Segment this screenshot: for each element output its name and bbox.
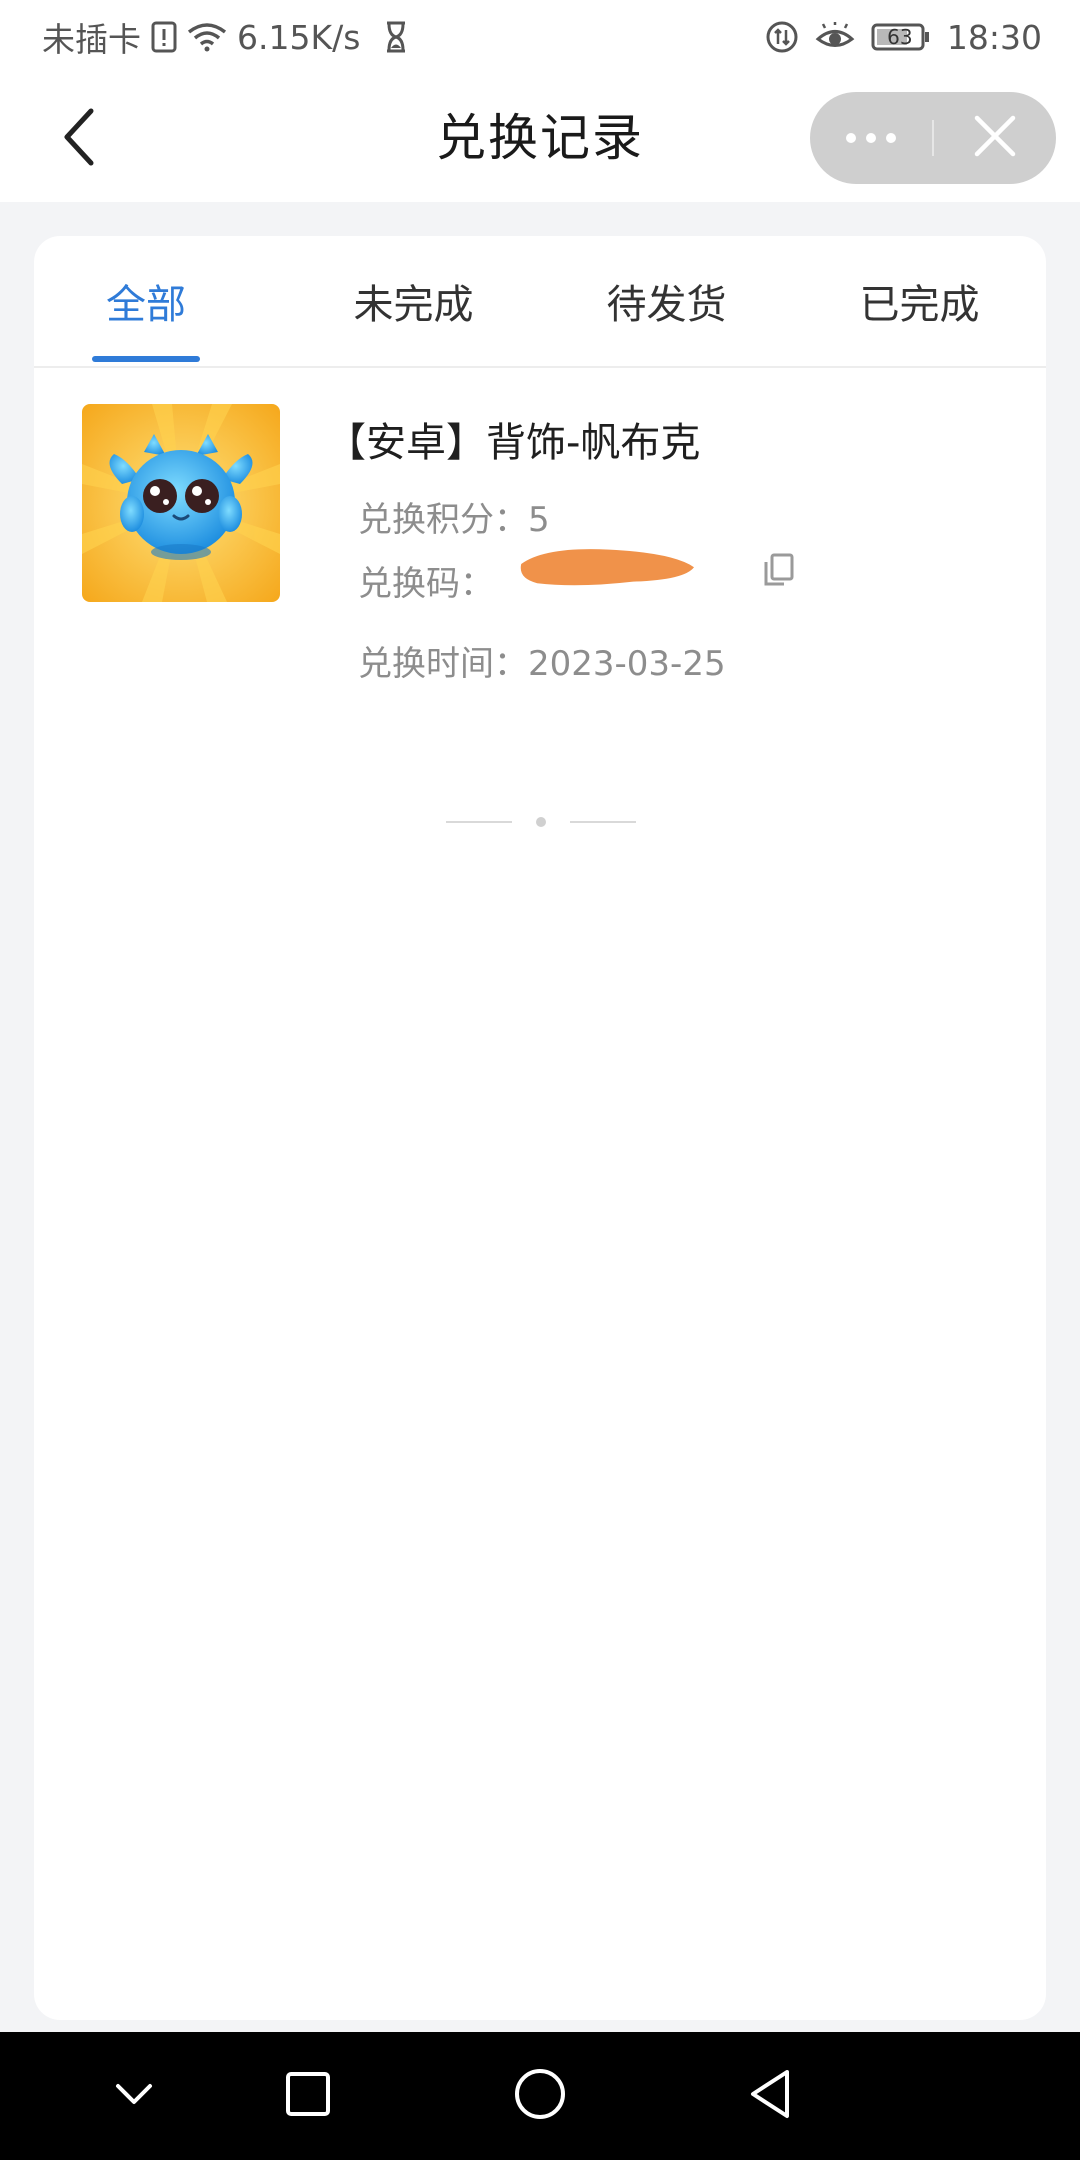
redacted-code (520, 549, 694, 586)
code-row: 兑换码： (358, 556, 494, 605)
time-row: 兑换时间：2023-03-25 (358, 636, 726, 685)
battery-icon: 63 (871, 22, 931, 52)
net-speed-text: 6.15K/s (237, 17, 361, 57)
back-system-button[interactable] (710, 2032, 830, 2160)
tab-label: 未完成 (353, 282, 474, 328)
status-bar: 未插卡 6.15K/s 63 18:30 (0, 0, 1080, 74)
record-item[interactable]: 【安卓】背饰-帆布克 兑换积分：5 兑换码： 兑换时间：2023-03-25 (82, 404, 1022, 684)
close-icon (973, 114, 1017, 162)
carrier-text: 未插卡 (42, 20, 141, 59)
more-button[interactable] (810, 92, 932, 184)
wifi-icon (187, 22, 227, 52)
records-card: 全部 未完成 待发货 已完成 【安卓】背饰-帆布克 兑换积分：5 兑换码： 兑换… (34, 236, 1046, 2020)
time-value: 2023-03-25 (528, 644, 726, 684)
time-label: 兑换时间： (358, 644, 528, 684)
more-dots-icon (845, 129, 897, 148)
tab-label: 已完成 (859, 282, 980, 328)
points-label: 兑换积分： (358, 500, 528, 540)
close-button[interactable] (934, 92, 1056, 184)
tab-pending-shipment[interactable]: 待发货 (540, 236, 793, 366)
divider-dot (536, 817, 546, 827)
clock-time: 18:30 (946, 17, 1042, 57)
recents-button[interactable] (248, 2032, 368, 2160)
battery-level: 63 (887, 25, 913, 49)
tab-completed[interactable]: 已完成 (793, 236, 1046, 366)
code-label: 兑换码： (358, 564, 494, 604)
triangle-back-icon (747, 2068, 793, 2124)
points-value: 5 (528, 500, 550, 540)
data-saver-icon (765, 20, 799, 54)
mini-program-capsule (810, 92, 1056, 184)
eye-comfort-icon (815, 22, 855, 52)
end-of-list-marker (446, 812, 636, 832)
tab-label: 全部 (106, 282, 186, 328)
notification-button[interactable] (74, 2032, 194, 2160)
points-row: 兑换积分：5 (358, 492, 550, 541)
divider-line-left (446, 821, 512, 823)
copy-icon[interactable] (760, 552, 796, 588)
nav-bar: 兑换记录 (0, 74, 1080, 202)
home-button[interactable] (480, 2032, 600, 2160)
tab-label: 待发货 (606, 282, 727, 328)
circle-home-icon (513, 2067, 567, 2125)
sim-alert-icon (151, 21, 177, 53)
hourglass-icon (384, 21, 408, 53)
system-nav-bar (0, 2032, 1080, 2160)
product-thumbnail (82, 404, 280, 602)
status-left: 未插卡 6.15K/s (42, 0, 408, 74)
tab-all[interactable]: 全部 (34, 236, 287, 366)
record-title: 【安卓】背饰-帆布克 (326, 420, 701, 466)
chevron-down-icon (114, 2082, 154, 2110)
active-tab-indicator (92, 356, 200, 362)
divider-line-right (570, 821, 636, 823)
status-right: 63 18:30 (765, 0, 1042, 74)
status-tabs: 全部 未完成 待发货 已完成 (34, 236, 1046, 368)
square-icon (284, 2070, 332, 2122)
tab-incomplete[interactable]: 未完成 (287, 236, 540, 366)
